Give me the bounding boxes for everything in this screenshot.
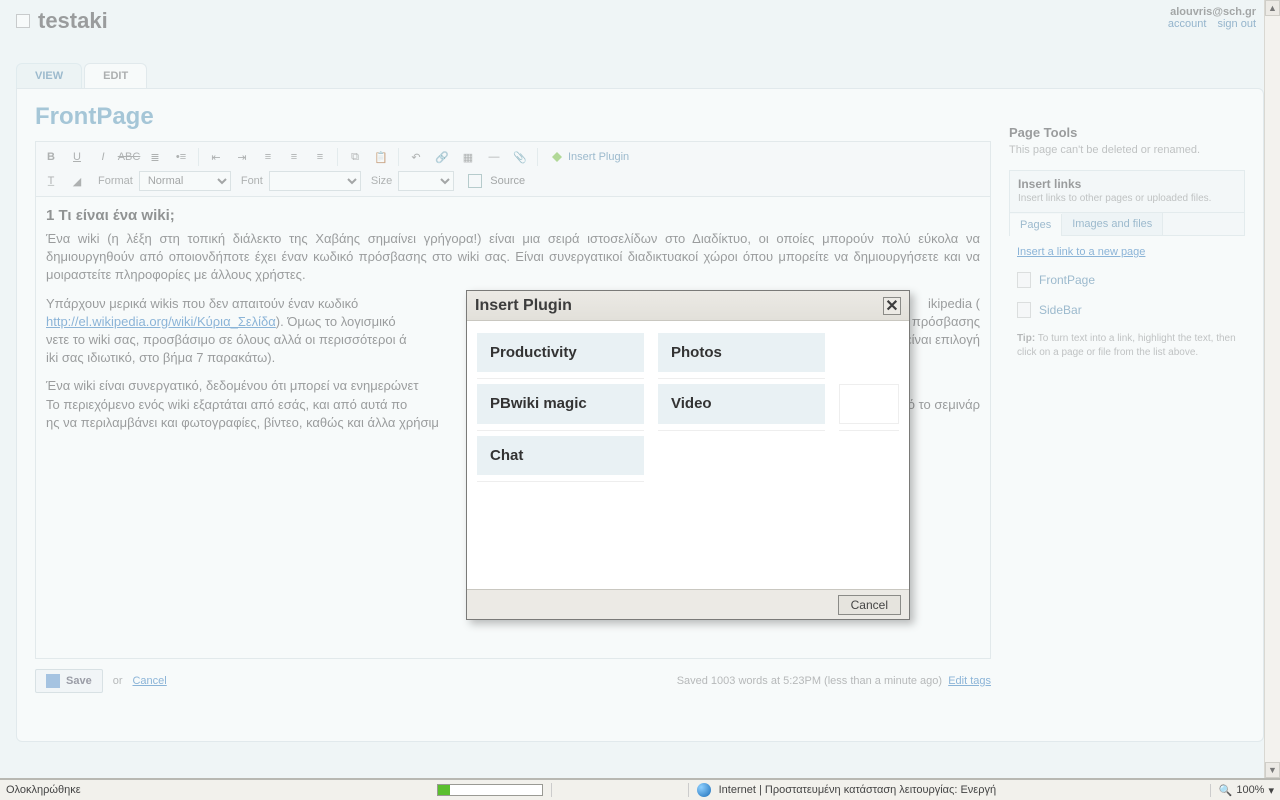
wikipedia-link[interactable]: http://el.wikipedia.org/wiki/Κύρια_Σελίδ… bbox=[46, 314, 276, 329]
bold-button[interactable]: B bbox=[40, 147, 62, 167]
page-title: FrontPage bbox=[35, 103, 991, 131]
tip-text: Tip: To turn text into a link, highlight… bbox=[1017, 332, 1237, 360]
globe-icon bbox=[697, 783, 711, 797]
textcolor-button[interactable]: T̲ bbox=[40, 171, 62, 191]
underline-button[interactable]: U bbox=[66, 147, 88, 167]
home-icon[interactable] bbox=[16, 14, 30, 28]
align-right-button[interactable]: ≡ bbox=[309, 147, 331, 167]
format-select[interactable]: Normal bbox=[139, 171, 231, 191]
user-email: alouvris@sch.gr bbox=[1170, 6, 1256, 18]
outdent-button[interactable]: ⇤ bbox=[205, 147, 227, 167]
insert-plugin-button[interactable]: Insert Plugin bbox=[544, 150, 635, 164]
font-select[interactable] bbox=[269, 171, 361, 191]
source-icon bbox=[468, 174, 482, 188]
vertical-scrollbar[interactable]: ▲ ▼ bbox=[1264, 0, 1280, 778]
link-button[interactable]: 🔗 bbox=[431, 147, 453, 167]
signout-link[interactable]: sign out bbox=[1217, 18, 1256, 30]
editor-toolbar: B U I ABC ≣ •≡ ⇤ ⇥ ≡ ≡ ≡ ⧉ 📋 ↶ bbox=[35, 141, 991, 197]
browser-statusbar: Ολοκληρώθηκε Internet | Προστατευμένη κα… bbox=[0, 778, 1280, 800]
link-frontpage[interactable]: FrontPage bbox=[1017, 272, 1237, 288]
link-sidebar[interactable]: SideBar bbox=[1017, 302, 1237, 318]
hr-button[interactable]: ― bbox=[483, 147, 505, 167]
paste-button[interactable]: 📋 bbox=[370, 147, 392, 167]
status-done: Ολοκληρώθηκε bbox=[6, 784, 81, 796]
insert-new-page-link[interactable]: Insert a link to a new page bbox=[1017, 246, 1145, 258]
status-zone: Internet | Προστατευμένη κατάσταση λειτο… bbox=[719, 784, 996, 796]
copy-button[interactable]: ⧉ bbox=[344, 147, 366, 167]
unordered-list-button[interactable]: •≡ bbox=[170, 147, 192, 167]
insert-plugin-label: Insert Plugin bbox=[568, 151, 629, 163]
page-icon bbox=[1017, 302, 1031, 318]
edit-tags-link[interactable]: Edit tags bbox=[948, 675, 991, 687]
subtab-images[interactable]: Images and files bbox=[1062, 213, 1163, 235]
plugin-cat-pbwiki[interactable]: PBwiki magic bbox=[477, 384, 644, 424]
insert-links-title: Insert links bbox=[1018, 177, 1081, 191]
disk-icon bbox=[46, 674, 60, 688]
indent-button[interactable]: ⇥ bbox=[231, 147, 253, 167]
tab-edit[interactable]: EDIT bbox=[84, 63, 147, 88]
cancel-link[interactable]: Cancel bbox=[132, 675, 166, 687]
progress-bar bbox=[437, 784, 543, 796]
save-button[interactable]: Save bbox=[35, 669, 103, 693]
close-icon: ✕ bbox=[885, 296, 898, 316]
strike-button[interactable]: ABC bbox=[118, 147, 140, 167]
content-heading: 1 Τι είναι ένα wiki; bbox=[46, 205, 980, 226]
page-tools-title: Page Tools bbox=[1009, 125, 1245, 140]
scroll-up-icon[interactable]: ▲ bbox=[1265, 0, 1280, 16]
content-p1: Ένα wiki (η λέξη στη τοπική διάλεκτο της… bbox=[46, 230, 980, 285]
dialog-title: Insert Plugin bbox=[475, 297, 572, 315]
page-tools-sub: This page can't be deleted or renamed. bbox=[1009, 144, 1245, 156]
link-sidebar-label: SideBar bbox=[1039, 303, 1082, 317]
source-button[interactable]: Source bbox=[490, 175, 525, 187]
page-icon bbox=[1017, 272, 1031, 288]
insert-plugin-dialog: Insert Plugin ✕ Productivity Photos PBwi… bbox=[466, 290, 910, 620]
bgcolor-button[interactable]: ◢ bbox=[66, 171, 88, 191]
plugin-cat-productivity[interactable]: Productivity bbox=[477, 333, 644, 372]
zoom-icon: 🔍 bbox=[1219, 784, 1233, 797]
font-label: Font bbox=[241, 175, 263, 187]
scroll-down-icon[interactable]: ▼ bbox=[1265, 762, 1280, 778]
align-left-button[interactable]: ≡ bbox=[257, 147, 279, 167]
dialog-close-button[interactable]: ✕ bbox=[883, 297, 901, 315]
user-area: alouvris@sch.gr account sign out bbox=[1160, 6, 1256, 30]
format-label: Format bbox=[98, 175, 133, 187]
table-button[interactable]: ▦ bbox=[457, 147, 479, 167]
chevron-down-icon: ▾ bbox=[1268, 784, 1274, 797]
wiki-title: testaki bbox=[38, 8, 108, 34]
size-label: Size bbox=[371, 175, 392, 187]
save-label: Save bbox=[66, 675, 92, 687]
plugin-cat-video[interactable]: Video bbox=[658, 384, 825, 424]
plugin-cat-photos[interactable]: Photos bbox=[658, 333, 825, 372]
plugin-cat-empty[interactable] bbox=[839, 384, 899, 424]
ordered-list-button[interactable]: ≣ bbox=[144, 147, 166, 167]
save-status: Saved 1003 words at 5:23PM (less than a … bbox=[677, 675, 942, 687]
account-link[interactable]: account bbox=[1168, 18, 1207, 30]
attach-button[interactable]: 📎 bbox=[509, 147, 531, 167]
or-text: or bbox=[113, 675, 123, 687]
dialog-cancel-button[interactable]: Cancel bbox=[838, 595, 901, 615]
italic-button[interactable]: I bbox=[92, 147, 114, 167]
align-center-button[interactable]: ≡ bbox=[283, 147, 305, 167]
size-select[interactable] bbox=[398, 171, 454, 191]
tab-view[interactable]: VIEW bbox=[16, 63, 82, 88]
zoom-value: 100% bbox=[1236, 784, 1264, 796]
zoom-control[interactable]: 🔍 100% ▾ bbox=[1210, 784, 1274, 797]
insert-links-sub: Insert links to other pages or uploaded … bbox=[1018, 193, 1236, 204]
plugin-cat-chat[interactable]: Chat bbox=[477, 436, 644, 475]
undo-button[interactable]: ↶ bbox=[405, 147, 427, 167]
plugin-icon bbox=[550, 150, 564, 164]
insert-links-box: Insert links Insert links to other pages… bbox=[1009, 170, 1245, 236]
link-frontpage-label: FrontPage bbox=[1039, 273, 1095, 287]
subtab-pages[interactable]: Pages bbox=[1010, 214, 1062, 236]
